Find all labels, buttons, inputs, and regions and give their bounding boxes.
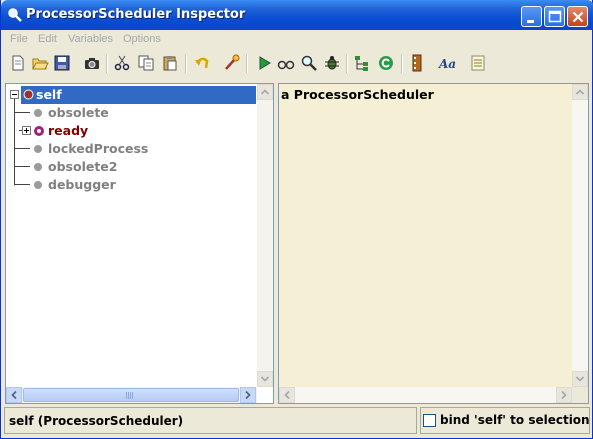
object-node-icon: [23, 89, 34, 100]
bind-self-panel: bind 'self' to selection: [420, 407, 590, 434]
chevron-right-icon: [561, 390, 567, 400]
toolbar-separator: [401, 54, 403, 73]
bind-self-label[interactable]: bind 'self' to selection: [440, 413, 590, 427]
horizontal-scroll-thumb[interactable]: [23, 388, 239, 402]
toolbar-separator: [246, 54, 248, 73]
close-icon: [572, 11, 584, 23]
nil-node-icon: [34, 163, 42, 171]
scroll-down-button[interactable]: [572, 371, 588, 387]
menu-bar: File Edit Variables Options: [1, 30, 593, 49]
tree-root-self[interactable]: self: [6, 86, 256, 104]
tree-vertical-scrollbar[interactable]: [257, 84, 273, 387]
variable-tree-pane[interactable]: self obsolete ready lockedProcess obsole…: [5, 83, 274, 404]
tree-label: debugger: [48, 177, 116, 192]
chevron-up-icon: [260, 89, 270, 95]
refresh-icon[interactable]: [377, 54, 395, 72]
scroll-left-button[interactable]: [279, 387, 295, 403]
tree-horizontal-scrollbar[interactable]: [6, 387, 257, 403]
chevron-down-icon: [260, 376, 270, 382]
save-icon[interactable]: [53, 54, 71, 72]
font-icon[interactable]: Aa: [438, 54, 456, 72]
minimize-button[interactable]: [521, 6, 542, 27]
tree-label: obsolete2: [48, 159, 118, 174]
inspect-icon[interactable]: [223, 54, 241, 72]
collapse-icon[interactable]: [10, 90, 19, 99]
camera-icon[interactable]: [83, 54, 101, 72]
tree-label: obsolete: [48, 105, 109, 120]
bind-self-checkbox[interactable]: [423, 414, 436, 427]
scroll-left-button[interactable]: [6, 387, 22, 403]
scroll-up-button[interactable]: [257, 84, 273, 100]
debug-bug-icon[interactable]: [323, 54, 341, 72]
menu-options[interactable]: Options: [123, 33, 161, 45]
run-icon[interactable]: [255, 54, 273, 72]
scroll-up-button[interactable]: [572, 84, 588, 100]
toolbar-separator: [346, 54, 348, 73]
scroll-right-button[interactable]: [240, 387, 256, 403]
tree-item-lockedprocess[interactable]: lockedProcess: [6, 140, 256, 158]
menu-variables[interactable]: Variables: [68, 33, 113, 45]
copy-icon[interactable]: [137, 54, 155, 72]
tree-item-obsolete2[interactable]: obsolete2: [6, 158, 256, 176]
tree-item-debugger[interactable]: debugger: [6, 176, 256, 194]
new-icon[interactable]: [9, 54, 27, 72]
chevron-left-icon: [11, 390, 17, 400]
chevron-up-icon: [575, 89, 585, 95]
array-node-icon: [34, 126, 44, 136]
open-icon[interactable]: [31, 54, 49, 72]
toolbar-separator: [106, 54, 108, 73]
nil-node-icon: [34, 109, 42, 117]
expand-icon[interactable]: [22, 126, 31, 135]
tree-label: lockedProcess: [48, 141, 149, 156]
grip-icon: [126, 392, 133, 399]
magnify-icon[interactable]: [300, 54, 318, 72]
menu-file[interactable]: File: [10, 33, 28, 45]
value-horizontal-scrollbar[interactable]: [279, 387, 572, 403]
value-vertical-scrollbar[interactable]: [572, 84, 588, 387]
tree-item-ready[interactable]: ready: [6, 122, 256, 140]
scroll-down-button[interactable]: [257, 371, 273, 387]
title-bar[interactable]: ProcessorScheduler Inspector: [1, 0, 593, 30]
chevron-right-icon: [245, 390, 251, 400]
toolbar-separator: [185, 54, 187, 73]
tree-item-obsolete[interactable]: obsolete: [6, 104, 256, 122]
svg-text:Aa: Aa: [438, 57, 456, 71]
value-text-pane[interactable]: a ProcessorScheduler: [278, 83, 589, 404]
close-button[interactable]: [567, 6, 588, 27]
window-title: ProcessorScheduler Inspector: [26, 7, 246, 22]
status-bar: self (ProcessorScheduler): [4, 407, 417, 434]
scroll-right-button[interactable]: [556, 387, 572, 403]
film-icon[interactable]: [408, 54, 426, 72]
nil-node-icon: [34, 181, 42, 189]
chevron-down-icon: [575, 376, 585, 382]
paste-icon[interactable]: [161, 54, 179, 72]
tree-label: ready: [48, 123, 89, 138]
maximize-button[interactable]: [544, 6, 565, 27]
hierarchy-icon[interactable]: [353, 54, 371, 72]
magnify-app-icon: [8, 8, 22, 22]
inspector-window: ProcessorScheduler Inspector File Edit V…: [0, 0, 593, 439]
menu-edit[interactable]: Edit: [38, 33, 57, 45]
tree-label-self: self: [36, 87, 62, 102]
scroll-corner: [572, 387, 588, 403]
maximize-icon: [548, 10, 562, 23]
value-text[interactable]: a ProcessorScheduler: [281, 87, 434, 102]
cut-icon[interactable]: [113, 54, 131, 72]
status-text: self (ProcessorScheduler): [9, 414, 184, 428]
minimize-icon: [527, 20, 534, 23]
toolbar: Aa: [3, 50, 591, 77]
nil-node-icon: [34, 145, 42, 153]
notes-icon[interactable]: [469, 54, 487, 72]
chevron-left-icon: [284, 390, 290, 400]
glasses-icon[interactable]: [277, 54, 295, 72]
undo-icon[interactable]: [193, 54, 211, 72]
